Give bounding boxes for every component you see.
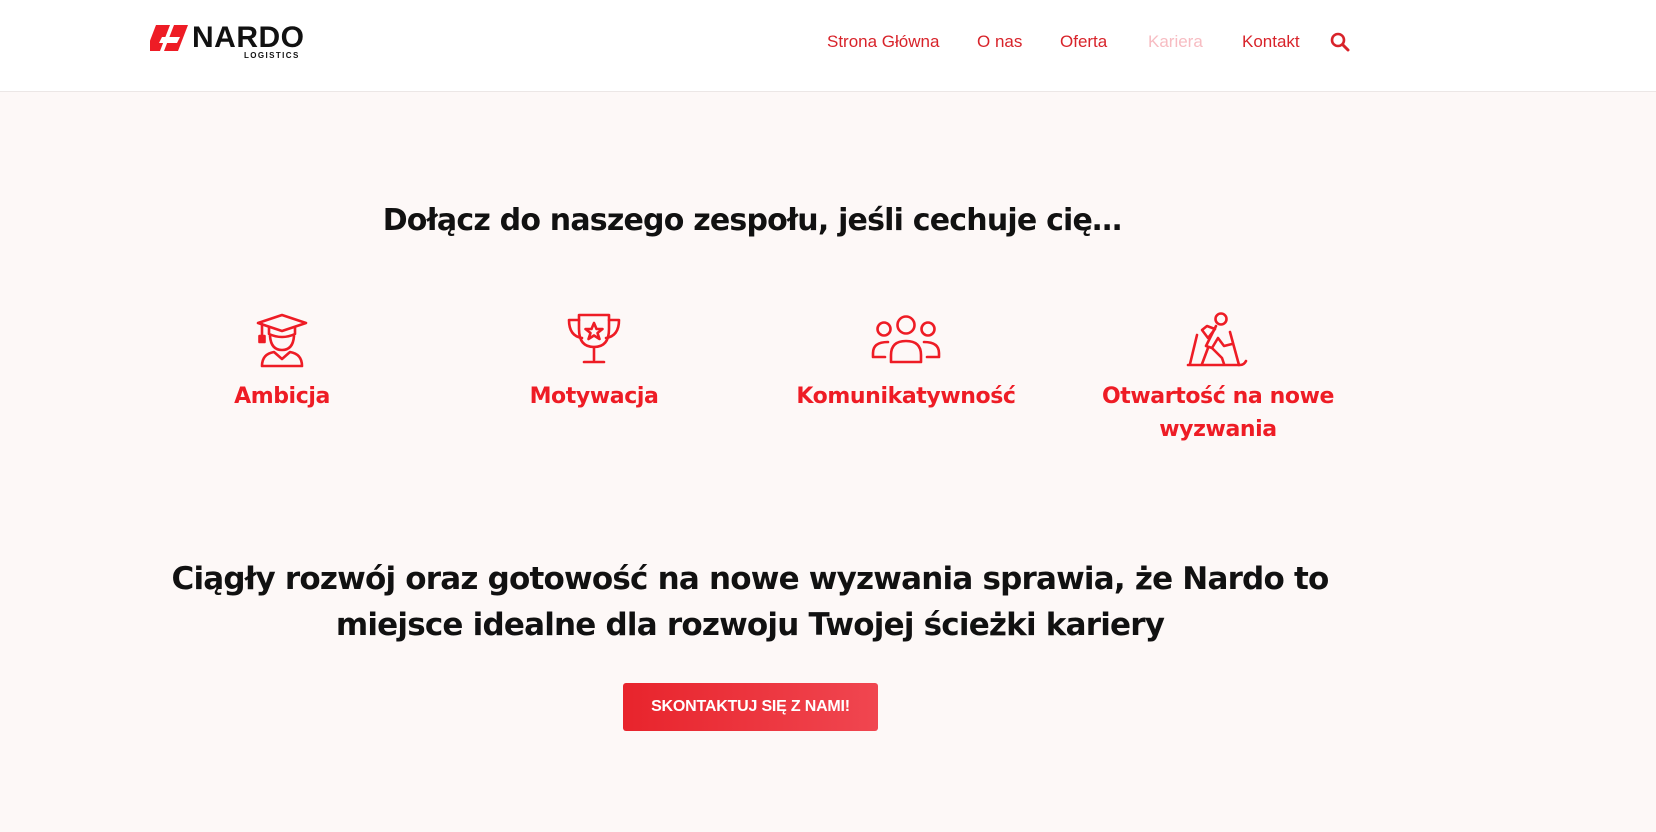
trait-label: Ambicja	[234, 384, 330, 409]
nav-item-offer[interactable]: Oferta	[1060, 31, 1107, 53]
trait-communication: Komunikatywność	[756, 312, 1056, 413]
nav-item-contact[interactable]: Kontakt	[1242, 31, 1300, 53]
site-header: NARDO LOGISTICS Strona Główna O nas Ofer…	[0, 0, 1656, 92]
career-statement: Ciągły rozwój oraz gotowość na nowe wyzw…	[171, 561, 1330, 643]
logo-subtitle: LOGISTICS	[244, 51, 300, 60]
hiker-icon	[1186, 312, 1248, 367]
nav-item-career[interactable]: Kariera	[1148, 31, 1203, 53]
trait-openness: Otwartość na nowe wyzwania	[1068, 312, 1368, 446]
trait-label: Motywacja	[529, 384, 659, 409]
nav-item-home[interactable]: Strona Główna	[827, 31, 939, 53]
graduate-icon	[256, 313, 308, 368]
nardo-logo[interactable]: NARDO LOGISTICS	[150, 21, 320, 64]
contact-us-button[interactable]: SKONTAKTUJ SIĘ Z NAMI!	[623, 683, 878, 731]
search-icon[interactable]	[1330, 32, 1350, 52]
nav-item-about[interactable]: O nas	[977, 31, 1022, 53]
trait-label: Komunikatywność	[796, 384, 1016, 409]
trophy-icon	[567, 313, 621, 364]
logo-mark-icon	[150, 25, 188, 51]
section-heading: Dołącz do naszego zespołu, jeśli cechuje…	[382, 203, 1122, 239]
trait-motivation: Motywacja	[444, 312, 744, 413]
trait-label: Otwartość na nowe wyzwania	[1101, 384, 1335, 442]
people-group-icon	[871, 315, 941, 364]
trait-ambition: Ambicja	[132, 312, 432, 413]
